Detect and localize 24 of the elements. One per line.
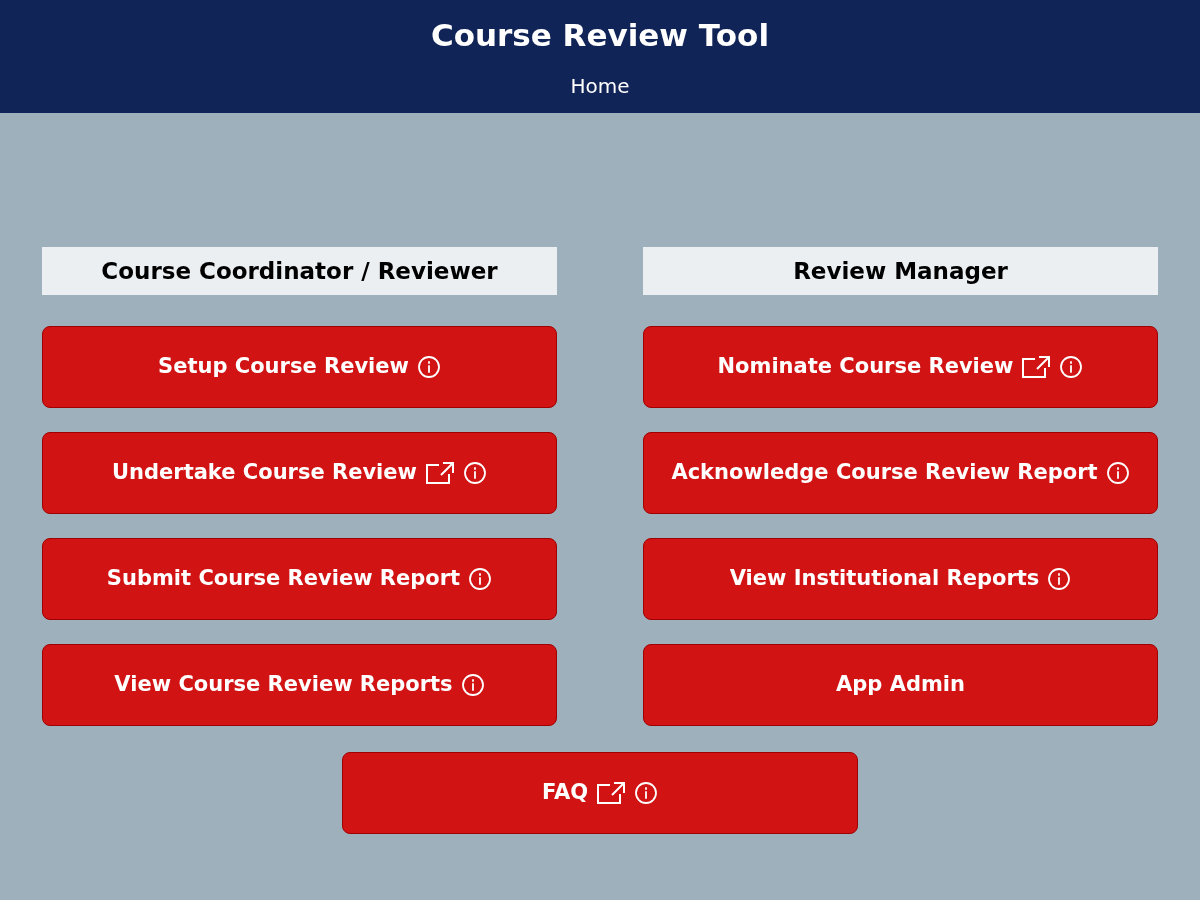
breadcrumb-link[interactable]: Home — [570, 70, 630, 101]
info-icon — [1059, 355, 1084, 379]
menu-button[interactable]: Setup Course Review — [42, 326, 557, 408]
info-icon — [462, 461, 487, 485]
menu-button[interactable]: Acknowledge Course Review Report — [643, 432, 1158, 514]
app-title: Course Review Tool — [430, 16, 770, 55]
section-heading: Course Coordinator / Reviewer — [42, 247, 557, 295]
menu-button[interactable]: Submit Course Review Report — [42, 538, 557, 620]
info-icon — [1047, 567, 1072, 591]
info-icon — [468, 567, 493, 591]
info-icon — [460, 673, 485, 697]
section-heading: Review Manager — [643, 247, 1158, 295]
menu-button[interactable]: Nominate Course Review — [643, 326, 1158, 408]
menu-button[interactable]: View Institutional Reports — [643, 538, 1158, 620]
info-icon — [634, 781, 658, 805]
menu-button[interactable]: App Admin — [643, 644, 1158, 726]
info-icon — [1105, 461, 1130, 485]
external-link-icon — [1021, 355, 1052, 379]
info-icon — [416, 355, 441, 379]
external-link-icon — [424, 461, 455, 485]
external-link-icon — [596, 781, 626, 805]
menu-button[interactable]: View Course Review Reports — [42, 644, 557, 726]
menu-button[interactable]: FAQ — [342, 752, 858, 834]
menu-button[interactable]: Undertake Course Review — [42, 432, 557, 514]
